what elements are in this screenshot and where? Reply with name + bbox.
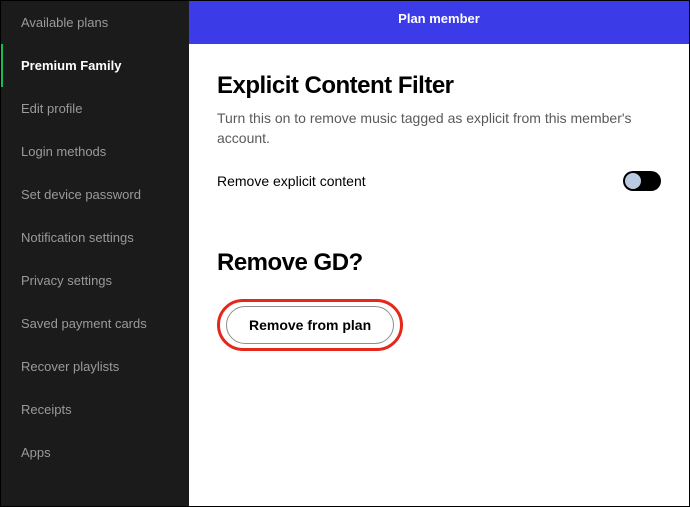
sidebar-item-login-methods[interactable]: Login methods xyxy=(1,130,189,173)
sidebar-item-receipts[interactable]: Receipts xyxy=(1,388,189,431)
remove-member-heading: Remove GD? xyxy=(217,249,661,277)
explicit-toggle-row: Remove explicit content xyxy=(217,171,661,191)
sidebar-item-recover-playlists[interactable]: Recover playlists xyxy=(1,345,189,388)
explicit-content-toggle[interactable] xyxy=(623,171,661,191)
explicit-filter-description: Turn this on to remove music tagged as e… xyxy=(217,108,637,149)
sidebar-item-privacy-settings[interactable]: Privacy settings xyxy=(1,259,189,302)
toggle-knob xyxy=(625,173,641,189)
sidebar-item-apps[interactable]: Apps xyxy=(1,431,189,474)
sidebar-item-notification-settings[interactable]: Notification settings xyxy=(1,216,189,259)
sidebar-item-premium-family[interactable]: Premium Family xyxy=(1,44,189,87)
plan-member-banner: Plan member xyxy=(189,1,689,44)
remove-from-plan-button[interactable]: Remove from plan xyxy=(226,306,394,344)
sidebar-item-available-plans[interactable]: Available plans xyxy=(1,1,189,44)
banner-title: Plan member xyxy=(398,11,480,26)
sidebar: Available plans Premium Family Edit prof… xyxy=(1,1,189,506)
main-panel: Plan member Explicit Content Filter Turn… xyxy=(189,1,689,506)
app-frame: Available plans Premium Family Edit prof… xyxy=(0,0,690,507)
content-area: Explicit Content Filter Turn this on to … xyxy=(189,44,689,351)
sidebar-item-saved-payment-cards[interactable]: Saved payment cards xyxy=(1,302,189,345)
sidebar-item-edit-profile[interactable]: Edit profile xyxy=(1,87,189,130)
sidebar-item-set-device-password[interactable]: Set device password xyxy=(1,173,189,216)
explicit-toggle-label: Remove explicit content xyxy=(217,173,366,189)
remove-button-highlight: Remove from plan xyxy=(217,299,403,351)
explicit-filter-heading: Explicit Content Filter xyxy=(217,72,661,100)
